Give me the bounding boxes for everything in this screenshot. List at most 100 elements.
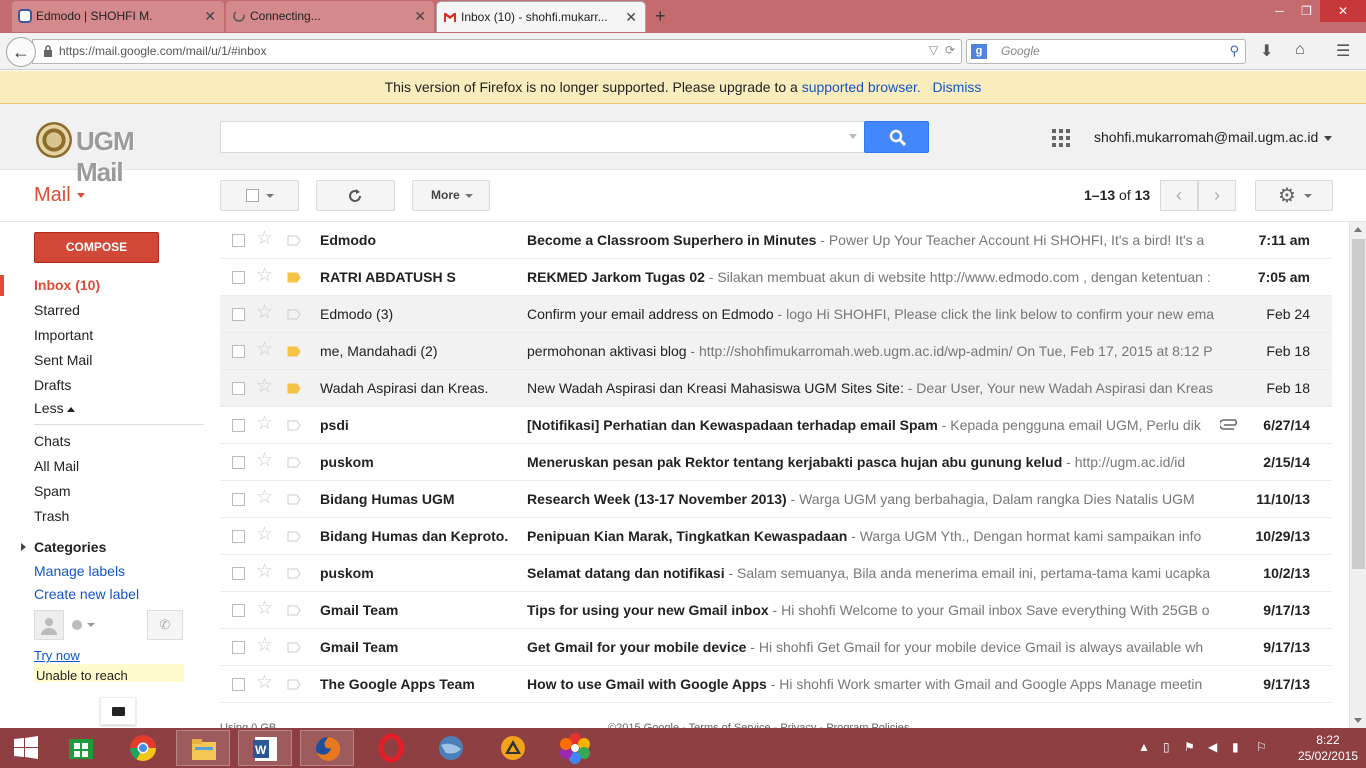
select-all-button[interactable] [220,180,299,211]
importance-marker-icon[interactable] [287,494,301,505]
mail-row[interactable]: ☆ Gmail Team Get Gmail for your mobile dev… [220,629,1332,666]
network-icon[interactable]: ▮ [1232,740,1239,754]
star-icon[interactable]: ☆ [256,599,273,619]
select-checkbox[interactable] [246,189,259,202]
importance-marker-icon[interactable] [287,346,301,357]
system-clock[interactable]: 8:22 25/02/2015 [1298,732,1358,764]
importance-marker-icon[interactable] [287,272,301,283]
ugm-mail-logo[interactable]: UGM Mail [36,120,186,187]
tab-inbox[interactable]: Inbox (10) - shohfi.mukarr... ✕ [436,1,646,32]
word-icon[interactable]: W [238,730,292,766]
create-label-link[interactable]: Create new label [34,586,139,602]
minimize-icon[interactable]: ─ [1266,0,1293,22]
sidebar-item-less[interactable]: Less [34,400,75,416]
compose-button[interactable]: COMPOSE [34,232,159,263]
star-icon[interactable]: ☆ [256,414,273,434]
star-icon[interactable]: ☆ [256,636,273,656]
mail-row[interactable]: ☆ Bidang Humas UGM Research Week (13-17 No… [220,481,1332,518]
expand-arrow-icon[interactable] [21,543,26,551]
manage-labels-link[interactable]: Manage labels [34,563,125,579]
sidebar-item-trash[interactable]: Trash [34,508,69,524]
importance-marker-icon[interactable] [287,605,301,616]
close-tab-icon[interactable]: ✕ [625,2,637,32]
address-bar[interactable]: https://mail.google.com/mail/u/1/#inbox … [32,39,962,64]
file-explorer-icon[interactable] [176,730,230,766]
windows-start-icon[interactable] [0,730,54,766]
tab-connecting[interactable]: Connecting... ✕ [226,1,434,32]
mail-row[interactable]: ☆ puskom Selamat datang dan notifikasi - S… [220,555,1332,592]
mail-row[interactable]: ☆ Wadah Aspirasi dan Kreas. New Wadah Aspi… [220,370,1332,407]
mail-switcher[interactable]: Mail [34,184,85,207]
importance-marker-icon[interactable] [287,383,301,394]
sidebar-item-starred[interactable]: Starred [34,302,80,318]
importance-marker-icon[interactable] [287,531,301,542]
row-checkbox[interactable] [232,308,245,321]
mail-row[interactable]: ☆ Edmodo Become a Classroom Superhero in M… [220,222,1332,259]
row-checkbox[interactable] [232,641,245,654]
row-checkbox[interactable] [232,382,245,395]
row-checkbox[interactable] [232,234,245,247]
star-icon[interactable]: ☆ [256,562,273,582]
close-tab-icon[interactable]: ✕ [414,1,426,31]
browser-search-bar[interactable]: g Google ⚲ [966,39,1246,64]
search-options-icon[interactable] [849,134,857,139]
show-hidden-icons-icon[interactable]: ▲ [1138,740,1150,754]
tab-edmodo[interactable]: Edmodo | SHOHFI M. ✕ [12,1,224,32]
download-icon[interactable]: ⬇ [1260,41,1273,61]
action-center-icon[interactable]: ⚑ [1184,740,1195,754]
refresh-button[interactable] [316,180,395,211]
chevron-down-icon[interactable] [87,623,95,627]
sidebar-item-chats[interactable]: Chats [34,433,71,449]
sidebar-item-categories[interactable]: Categories [34,539,106,555]
battery-icon[interactable]: ▯ [1163,740,1170,754]
home-icon[interactable]: ⌂ [1295,41,1305,59]
supported-browser-link[interactable]: supported browser. [802,79,921,95]
star-icon[interactable]: ☆ [256,488,273,508]
mail-row[interactable]: ☆ Edmodo (3) Confirm your email address on… [220,296,1332,333]
sidebar-item-drafts[interactable]: Drafts [34,377,71,393]
settings-button[interactable]: ⚙ [1255,180,1333,211]
star-icon[interactable]: ☆ [256,340,273,360]
mail-row[interactable]: ☆ puskom Meneruskan pesan pak Rektor tenta… [220,444,1332,481]
reload-icon[interactable]: ⟳ [942,43,955,57]
store-icon[interactable] [54,730,108,766]
flag-icon[interactable]: ⚐ [1256,740,1267,754]
star-icon[interactable]: ☆ [256,525,273,545]
row-checkbox[interactable] [232,530,245,543]
app-icon[interactable] [486,730,540,766]
mail-row[interactable]: ☆ psdi [Notifikasi] Perhatian dan Kewaspad… [220,407,1332,444]
row-checkbox[interactable] [232,678,245,691]
importance-marker-icon[interactable] [287,568,301,579]
importance-marker-icon[interactable] [287,235,301,246]
importance-marker-icon[interactable] [287,642,301,653]
mail-row[interactable]: ☆ RATRI ABDATUSH S REKMED Jarkom Tugas 02 … [220,259,1332,296]
scrollbar-thumb[interactable] [1352,239,1365,569]
row-checkbox[interactable] [232,567,245,580]
row-checkbox[interactable] [232,419,245,432]
scrollbar[interactable] [1349,222,1366,728]
account-menu[interactable]: shohfi.mukarromah@mail.ugm.ac.id [1094,129,1333,145]
google-engine-icon[interactable]: g [971,44,987,59]
mail-row[interactable]: ☆ Bidang Humas dan Keproto. Penipuan Kian … [220,518,1332,555]
search-icon[interactable]: ⚲ [1229,43,1239,59]
sidebar-item-inbox[interactable]: Inbox (10) [34,277,100,293]
row-checkbox[interactable] [232,271,245,284]
apps-grid-icon[interactable] [1052,129,1070,147]
more-button[interactable]: More [412,180,490,211]
row-checkbox[interactable] [232,604,245,617]
newer-button[interactable]: ‹ [1160,180,1198,211]
status-icon[interactable] [72,620,82,630]
globe-icon[interactable] [424,730,478,766]
picasa-icon[interactable] [548,730,602,766]
star-icon[interactable]: ☆ [256,229,273,249]
importance-marker-icon[interactable] [287,420,301,431]
close-tab-icon[interactable]: ✕ [204,1,216,31]
star-icon[interactable]: ☆ [256,303,273,323]
mail-row[interactable]: ☆ The Google Apps Team How to use Gmail wi… [220,666,1332,703]
star-icon[interactable]: ☆ [256,266,273,286]
star-icon[interactable]: ☆ [256,673,273,693]
importance-marker-icon[interactable] [287,457,301,468]
chrome-icon[interactable] [116,730,170,766]
menu-icon[interactable]: ☰ [1336,41,1350,61]
importance-marker-icon[interactable] [287,679,301,690]
